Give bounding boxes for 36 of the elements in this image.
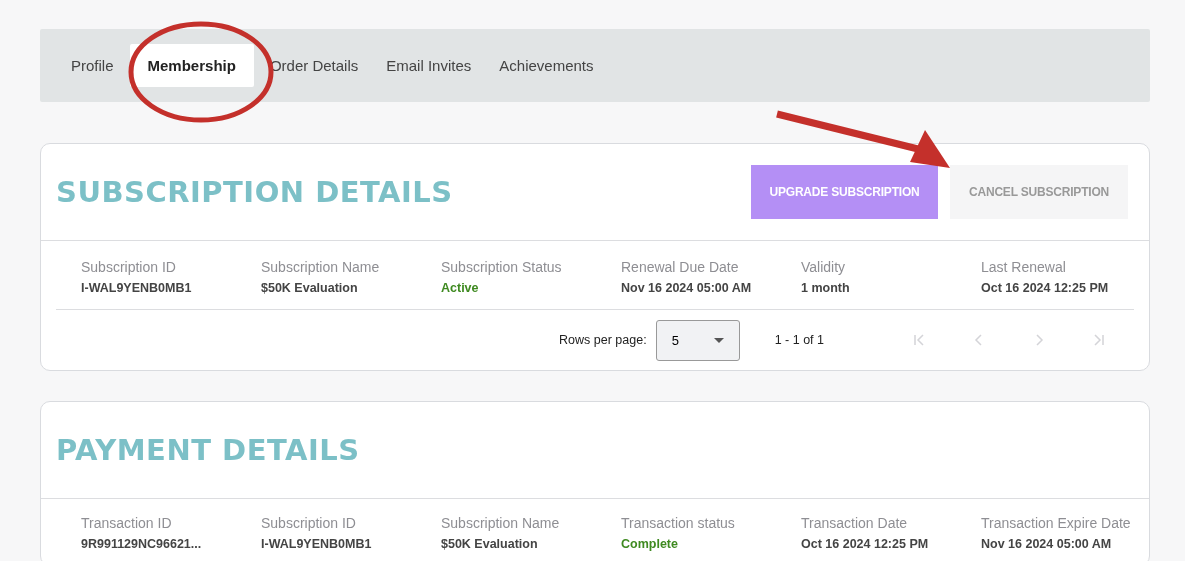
field-value: 9R991129NC96621... bbox=[81, 537, 203, 551]
page-range: 1 - 1 of 1 bbox=[774, 333, 824, 347]
field-label: Last Renewal bbox=[981, 258, 1067, 277]
rows-per-page-label: Rows per page: bbox=[559, 333, 647, 347]
field-value: Oct 16 2024 12:25 PM bbox=[981, 281, 1110, 295]
field-value: Active bbox=[441, 281, 480, 295]
field-value: 1 month bbox=[801, 281, 851, 295]
caret-icon bbox=[713, 337, 724, 343]
field-label: Renewal Due Date bbox=[621, 258, 740, 277]
field-value: I-WAL9YENB0MB1 bbox=[81, 281, 193, 295]
rows-per-page-select[interactable]: 5 bbox=[655, 319, 740, 361]
field-label: Subscription Status bbox=[441, 258, 563, 277]
first-chevron-icon bbox=[912, 333, 926, 347]
tab[interactable]: Email Invites bbox=[374, 44, 484, 87]
field-label: Subscription Name bbox=[261, 258, 381, 277]
field-label: Transaction status bbox=[621, 514, 736, 533]
field-value: Complete bbox=[621, 537, 679, 551]
section-title: PAYMENT DETAILS bbox=[56, 433, 360, 467]
tab[interactable]: Membership bbox=[129, 44, 254, 87]
section-title: SUBSCRIPTION DETAILS bbox=[56, 175, 453, 209]
field-label: Transaction Date bbox=[801, 514, 909, 533]
field-value: Nov 16 2024 05:00 AM bbox=[621, 281, 753, 295]
field-label: Transaction Expire Date bbox=[981, 514, 1132, 533]
field-label: Subscription ID bbox=[261, 514, 357, 533]
field-label: Subscription Name bbox=[441, 514, 561, 533]
field-label: Subscription ID bbox=[81, 258, 177, 277]
last-chevron-icon bbox=[1092, 333, 1106, 347]
field-value: $50K Evaluation bbox=[441, 537, 539, 551]
field-value: Nov 16 2024 05:00 AM bbox=[981, 537, 1113, 551]
field-value: Oct 16 2024 12:25 PM bbox=[801, 537, 930, 551]
tab[interactable]: Achievements bbox=[487, 44, 606, 87]
field-value: I-WAL9YENB0MB1 bbox=[261, 537, 373, 551]
field-label: Transaction ID bbox=[81, 514, 173, 533]
tab[interactable]: Profile bbox=[59, 44, 126, 87]
field-label: Validity bbox=[801, 258, 847, 277]
field-value: $50K Evaluation bbox=[261, 281, 359, 295]
